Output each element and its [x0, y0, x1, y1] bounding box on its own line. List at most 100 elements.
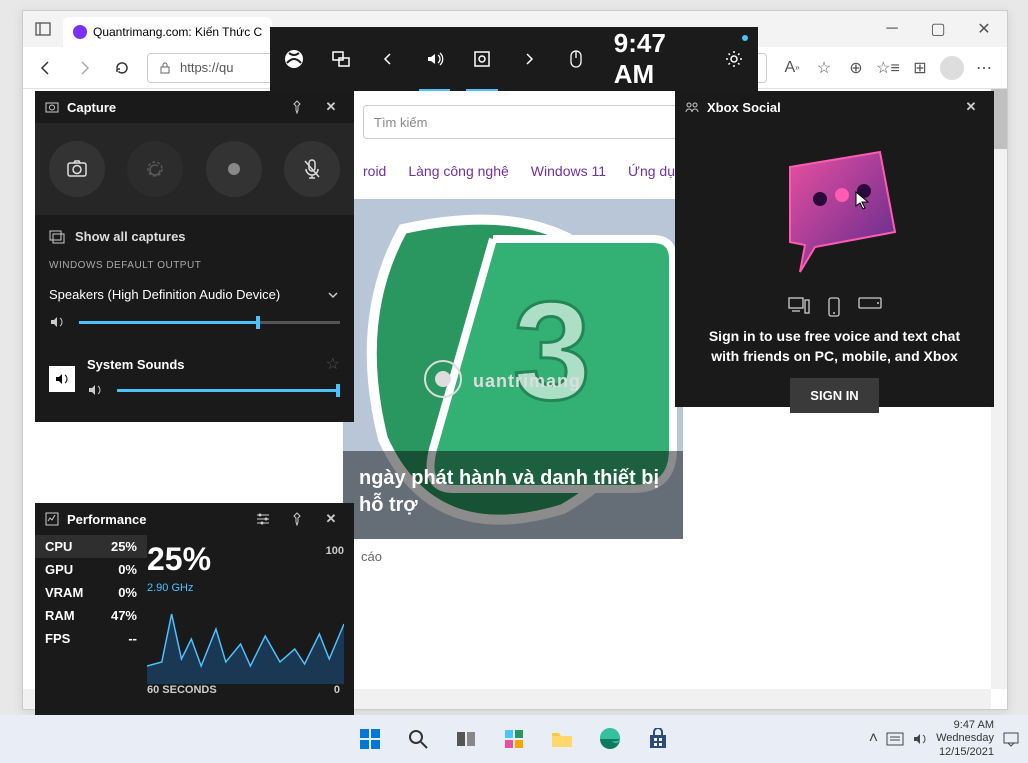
xbox-icon[interactable] — [270, 27, 317, 91]
edge-button[interactable] — [590, 719, 630, 759]
perf-stat-ram[interactable]: RAM47% — [35, 604, 147, 627]
capture-title: Capture — [67, 100, 116, 115]
performance-widget: Performance ✕ CPU25% GPU0% VRAM0% RAM47%… — [35, 503, 354, 721]
screenshot-button[interactable] — [49, 141, 105, 197]
show-all-captures[interactable]: Show all captures — [35, 215, 354, 258]
browser-menu-button[interactable]: ⋯ — [971, 55, 997, 81]
start-button[interactable] — [350, 719, 390, 759]
capture-icon — [45, 100, 59, 114]
hero-article[interactable]: 3 uantrimang ngày phát hành và danh thiế… — [343, 199, 683, 539]
chart-zero-label: 0 — [334, 684, 340, 696]
audio-section: WINDOWS DEFAULT OUTPUT Speakers (High De… — [35, 258, 354, 422]
social-icon — [685, 100, 699, 114]
gallery-icon — [49, 230, 65, 244]
console-icon — [858, 297, 882, 309]
favicon-icon — [73, 25, 87, 39]
system-sounds-label: System Sounds — [87, 357, 326, 372]
perf-chart: 25% 100 2.90 GHz 60 SECONDS 0 — [147, 535, 354, 721]
record-last-button[interactable] — [127, 141, 183, 197]
close-window-button[interactable]: ✕ — [961, 14, 1007, 44]
perf-stats-list: CPU25% GPU0% VRAM0% RAM47% FPS-- — [35, 535, 147, 721]
perf-ghz: 2.90 GHz — [147, 582, 344, 594]
widgets-icon[interactable] — [317, 27, 364, 91]
tab-actions-icon[interactable] — [23, 21, 63, 37]
capture-widget: Capture ✕ Show all captures WINDOWS DEFA… — [35, 91, 354, 422]
audio-device-dropdown[interactable]: Speakers (High Definition Audio Device) — [49, 281, 340, 308]
windows-taskbar: ˄ 9:47 AM Wednesday 12/15/2021 — [0, 715, 1028, 763]
tray-volume-icon[interactable] — [912, 732, 928, 746]
svg-text:uantrimang: uantrimang — [473, 371, 581, 391]
chevron-down-icon — [326, 288, 340, 302]
xbox-game-bar: 9:47 AM — [270, 27, 758, 91]
device-icons — [788, 297, 882, 317]
chat-bubble-icon — [760, 137, 910, 287]
gb-prev-button[interactable] — [364, 27, 411, 91]
task-view-button[interactable] — [446, 719, 486, 759]
pin-button[interactable] — [284, 94, 310, 120]
refresh-button[interactable] — [109, 55, 135, 81]
minimize-button[interactable]: ─ — [869, 14, 915, 44]
volume-icon — [87, 382, 107, 398]
perf-big-value: 25% — [147, 541, 344, 578]
capture-buttons — [35, 123, 354, 215]
maximize-button[interactable]: ▢ — [915, 14, 961, 44]
perf-stat-fps[interactable]: FPS-- — [35, 627, 147, 650]
audio-widget-button[interactable] — [411, 27, 458, 91]
svg-text:3: 3 — [513, 272, 591, 429]
output-section-label: WINDOWS DEFAULT OUTPUT — [49, 258, 340, 281]
widgets-button[interactable] — [494, 719, 534, 759]
volume-icon — [49, 314, 69, 330]
gb-next-button[interactable] — [506, 27, 553, 91]
read-aloud-icon[interactable]: A» — [779, 55, 805, 81]
collections-icon[interactable]: ⊞ — [907, 55, 933, 81]
mic-mute-button[interactable] — [284, 141, 340, 197]
perf-options-button[interactable] — [250, 506, 276, 532]
system-volume-slider[interactable] — [117, 389, 340, 392]
tab-title: Quantrimang.com: Kiến Thức C — [93, 25, 262, 39]
close-button[interactable]: ✕ — [318, 506, 344, 532]
site-search-input[interactable]: Tìm kiếm — [363, 105, 683, 139]
pc-icon — [788, 297, 810, 315]
pin-button[interactable] — [284, 506, 310, 532]
perf-stat-cpu[interactable]: CPU25% — [35, 535, 147, 558]
below-text: cáo — [361, 549, 382, 564]
notifications-button[interactable] — [1002, 730, 1020, 748]
tray-chevron[interactable]: ˄ — [869, 730, 878, 748]
chart-x-label: 60 SECONDS — [147, 684, 217, 696]
signin-button[interactable]: SIGN IN — [790, 378, 878, 413]
file-explorer-button[interactable] — [542, 719, 582, 759]
hero-caption: ngày phát hành và danh thiết bị hỗ trợ — [343, 451, 683, 539]
system-sounds-icon — [49, 366, 75, 392]
search-button[interactable] — [398, 719, 438, 759]
chart-max-label: 100 — [326, 545, 344, 557]
favorites-bar-icon[interactable]: ☆≡ — [875, 55, 901, 81]
profile-avatar[interactable] — [939, 55, 965, 81]
store-button[interactable] — [638, 719, 678, 759]
browser-tab[interactable]: Quantrimang.com: Kiến Thức C — [63, 17, 272, 47]
perf-stat-vram[interactable]: VRAM0% — [35, 581, 147, 604]
perf-stat-gpu[interactable]: GPU0% — [35, 558, 147, 581]
forward-button[interactable] — [71, 55, 97, 81]
performance-icon — [45, 512, 59, 526]
back-button[interactable] — [33, 55, 59, 81]
settings-icon[interactable] — [711, 27, 758, 91]
mobile-icon — [828, 297, 840, 317]
record-button[interactable] — [206, 141, 262, 197]
mouse-icon[interactable] — [553, 27, 600, 91]
nav-link[interactable]: Windows 11 — [531, 163, 606, 179]
audio-device-name: Speakers (High Definition Audio Device) — [49, 287, 280, 302]
capture-widget-button[interactable] — [458, 27, 505, 91]
close-button[interactable]: ✕ — [958, 94, 984, 120]
lock-icon — [158, 61, 172, 75]
nav-link[interactable]: roid — [363, 163, 386, 179]
taskbar-clock[interactable]: 9:47 AM Wednesday 12/15/2021 — [936, 719, 994, 759]
star-icon[interactable]: ☆ — [326, 354, 340, 374]
add-favorite-icon[interactable]: ⊕ — [843, 55, 869, 81]
tray-keyboard-icon[interactable] — [886, 732, 904, 746]
gamebar-clock: 9:47 AM — [600, 28, 711, 90]
close-button[interactable]: ✕ — [318, 94, 344, 120]
speaker-volume-slider[interactable] — [79, 321, 340, 324]
favorite-icon[interactable]: ☆ — [811, 55, 837, 81]
nav-link[interactable]: Làng công nghệ — [408, 163, 508, 179]
url-text: https://qu — [180, 60, 233, 75]
